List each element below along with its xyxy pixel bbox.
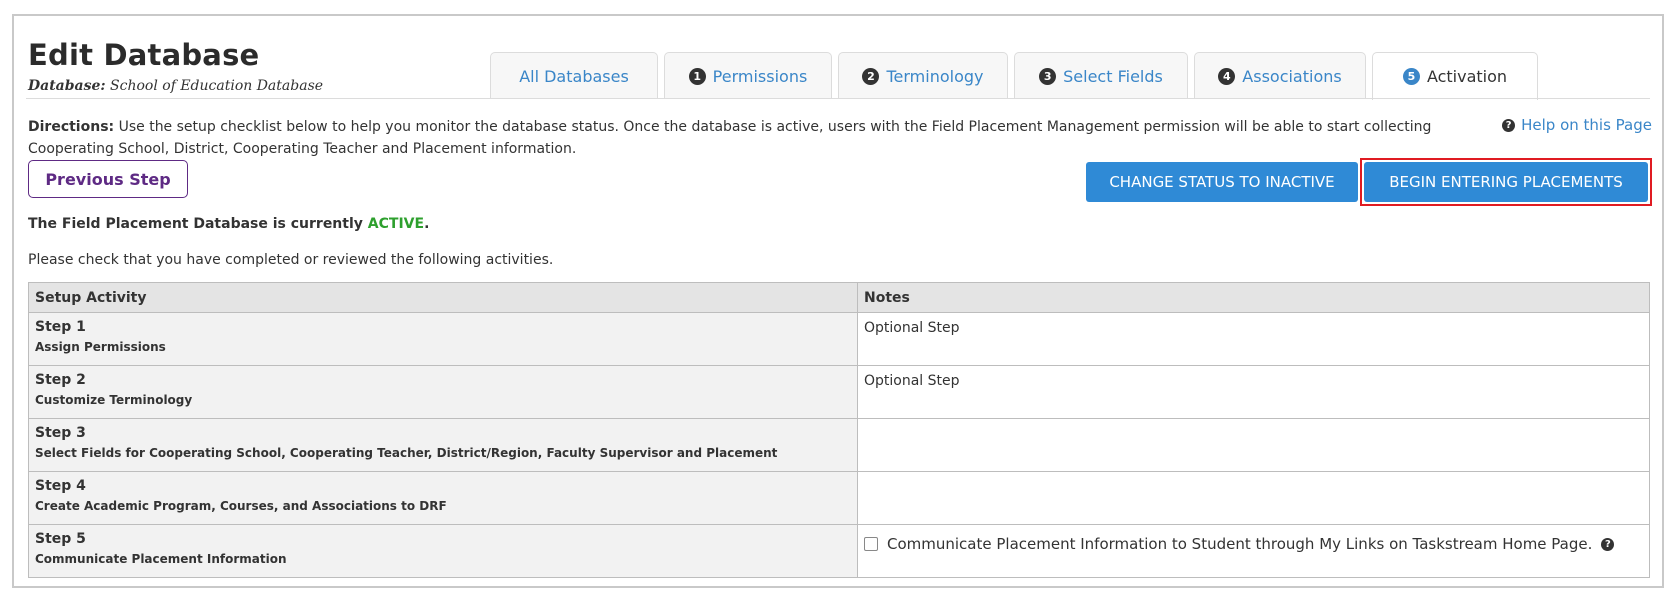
notes-cell: Communicate Placement Information to Stu… <box>857 524 1650 578</box>
begin-entering-placements-button[interactable]: BEGIN ENTERING PLACEMENTS <box>1364 162 1648 202</box>
column-header-setup-activity: Setup Activity <box>28 282 858 313</box>
table-row: Step 4 Create Academic Program, Courses,… <box>28 471 1650 525</box>
directions-label: Directions: <box>28 119 115 135</box>
step-3-icon: 3 <box>1039 67 1057 85</box>
step-title: Step 3 <box>35 425 86 441</box>
notes-cell <box>857 471 1650 525</box>
table-row: Step 3 Select Fields for Cooperating Sch… <box>28 418 1650 472</box>
tab-permissions[interactable]: 1 Permissions <box>664 52 832 99</box>
tab-associations[interactable]: 4 Associations <box>1194 52 1366 99</box>
step-title: Step 2 <box>35 372 86 388</box>
checklist-instruction: Please check that you have completed or … <box>28 252 554 268</box>
setup-activity-cell: Step 4 Create Academic Program, Courses,… <box>28 471 858 525</box>
tab-label: Terminology <box>886 66 984 86</box>
column-header-notes: Notes <box>857 282 1650 313</box>
table-row: Step 2 Customize Terminology Optional St… <box>28 365 1650 419</box>
step-description: Communicate Placement Information <box>35 552 287 566</box>
step-2-icon: 2 <box>862 67 880 85</box>
database-status: The Field Placement Database is currentl… <box>28 216 429 232</box>
tab-select-fields[interactable]: 3 Select Fields <box>1014 52 1188 99</box>
setup-activity-cell: Step 2 Customize Terminology <box>28 365 858 419</box>
begin-button-highlight: BEGIN ENTERING PLACEMENTS <box>1360 158 1652 206</box>
notes-cell: Optional Step <box>857 365 1650 419</box>
status-suffix: . <box>424 216 430 232</box>
note-text: Optional Step <box>864 373 960 389</box>
page-title: Edit Database <box>28 38 260 72</box>
status-prefix: The Field Placement Database is currentl… <box>28 216 363 232</box>
communicate-placement-checkbox[interactable] <box>864 537 878 551</box>
tab-label: Select Fields <box>1063 66 1163 86</box>
step-4-icon: 4 <box>1218 67 1236 85</box>
change-status-inactive-button[interactable]: CHANGE STATUS TO INACTIVE <box>1086 162 1358 202</box>
database-name: School of Education Database <box>110 78 324 94</box>
setup-activity-cell: Step 5 Communicate Placement Information <box>28 524 858 578</box>
help-label: Help on this Page <box>1521 116 1652 134</box>
note-text: Optional Step <box>864 320 960 336</box>
setup-checklist-table: Setup Activity Notes Step 1 Assign Permi… <box>28 282 1650 578</box>
step-description: Create Academic Program, Courses, and As… <box>35 499 447 513</box>
question-circle-icon: ? <box>1502 118 1516 132</box>
step-description: Select Fields for Cooperating School, Co… <box>35 446 778 460</box>
tab-activation[interactable]: 5 Activation <box>1372 52 1538 100</box>
notes-cell <box>857 418 1650 472</box>
step-title: Step 1 <box>35 319 86 335</box>
directions-text: Directions: Use the setup checklist belo… <box>28 116 1448 160</box>
table-header-row: Setup Activity Notes <box>28 282 1650 313</box>
status-value: ACTIVE <box>367 216 425 232</box>
table-row: Step 5 Communicate Placement Information… <box>28 524 1650 578</box>
edit-database-panel: Edit Database Database: School of Educat… <box>12 14 1664 588</box>
header: Edit Database Database: School of Educat… <box>14 16 1662 100</box>
tab-label: Activation <box>1426 67 1508 86</box>
step-5-icon: 5 <box>1402 68 1420 85</box>
tab-terminology[interactable]: 2 Terminology <box>838 52 1008 99</box>
communicate-placement-label: Communicate Placement Information to Stu… <box>887 535 1593 553</box>
setup-activity-cell: Step 3 Select Fields for Cooperating Sch… <box>28 418 858 472</box>
step-title: Step 5 <box>35 531 86 547</box>
database-subtitle: Database: School of Education Database <box>28 78 323 94</box>
communicate-placement-option: Communicate Placement Information to Stu… <box>864 529 1643 553</box>
tab-label: Associations <box>1242 66 1342 86</box>
previous-step-button[interactable]: Previous Step <box>28 160 188 198</box>
tab-all-databases[interactable]: All Databases <box>490 52 658 99</box>
step-description: Customize Terminology <box>35 393 193 407</box>
step-description: Assign Permissions <box>35 340 166 354</box>
tabs-divider <box>26 98 1650 99</box>
step-1-icon: 1 <box>688 67 706 85</box>
help-link[interactable]: ? Help on this Page <box>1502 116 1652 134</box>
tab-label: Permissions <box>712 66 808 86</box>
question-circle-icon[interactable]: ? <box>1601 537 1615 551</box>
table-row: Step 1 Assign Permissions Optional Step <box>28 312 1650 366</box>
directions-body: Use the setup checklist below to help yo… <box>28 119 1432 157</box>
database-label: Database: <box>28 78 106 94</box>
setup-activity-cell: Step 1 Assign Permissions <box>28 312 858 366</box>
notes-cell: Optional Step <box>857 312 1650 366</box>
step-title: Step 4 <box>35 478 86 494</box>
tab-label: All Databases <box>519 66 629 86</box>
